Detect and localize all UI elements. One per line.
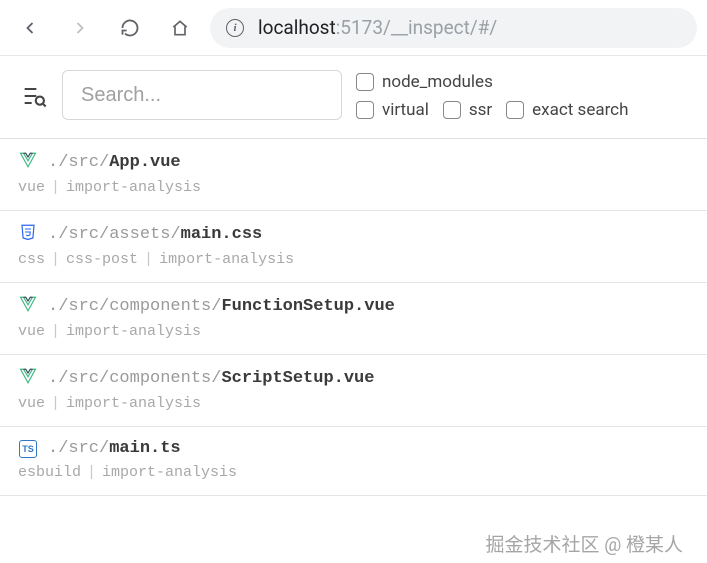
inspect-icon[interactable] bbox=[20, 82, 48, 110]
filter-group: node_modules virtual ssr exact search bbox=[356, 70, 628, 120]
url-text: localhost:5173/__inspect/#/ bbox=[258, 16, 497, 39]
home-button[interactable] bbox=[160, 8, 200, 48]
back-button[interactable] bbox=[10, 8, 50, 48]
file-item-head: TS ./src/main.ts bbox=[18, 439, 689, 458]
plugin-chain: vue|import-analysis bbox=[18, 395, 689, 412]
inspect-toolbar: node_modules virtual ssr exact search bbox=[0, 56, 707, 139]
vue-icon bbox=[19, 295, 37, 317]
file-item[interactable]: ./src/assets/main.css css|css-post|import… bbox=[0, 211, 707, 283]
address-bar[interactable]: i localhost:5173/__inspect/#/ bbox=[210, 8, 697, 48]
file-item[interactable]: ./src/components/ScriptSetup.vue vue|impo… bbox=[0, 355, 707, 427]
file-item[interactable]: ./src/App.vue vue|import-analysis bbox=[0, 139, 707, 211]
search-input[interactable] bbox=[62, 70, 342, 120]
file-item-head: ./src/components/FunctionSetup.vue bbox=[18, 295, 689, 317]
file-type-icon bbox=[18, 295, 38, 317]
file-item-head: ./src/components/ScriptSetup.vue bbox=[18, 367, 689, 389]
checkbox-icon bbox=[356, 101, 374, 119]
file-path: ./src/assets/main.css bbox=[48, 225, 262, 244]
filter-ssr[interactable]: ssr bbox=[443, 100, 492, 120]
ts-icon: TS bbox=[19, 440, 37, 458]
plugin-chain: vue|import-analysis bbox=[18, 179, 689, 196]
browser-toolbar: i localhost:5173/__inspect/#/ bbox=[0, 0, 707, 56]
file-path: ./src/main.ts bbox=[48, 439, 181, 458]
filter-node-modules[interactable]: node_modules bbox=[356, 72, 493, 92]
vue-icon bbox=[19, 151, 37, 173]
checkbox-icon bbox=[506, 101, 524, 119]
file-type-icon bbox=[18, 151, 38, 173]
plugin-chain: esbuild|import-analysis bbox=[18, 464, 689, 481]
watermark: 掘金技术社区 @ 橙某人 bbox=[486, 530, 684, 557]
css-icon bbox=[19, 223, 37, 245]
vue-icon bbox=[19, 367, 37, 389]
filter-exact-search[interactable]: exact search bbox=[506, 100, 628, 120]
file-type-icon: TS bbox=[18, 440, 38, 458]
file-item-head: ./src/App.vue bbox=[18, 151, 689, 173]
checkbox-icon bbox=[443, 101, 461, 119]
checkbox-icon bbox=[356, 73, 374, 91]
filter-virtual[interactable]: virtual bbox=[356, 100, 429, 120]
plugin-chain: vue|import-analysis bbox=[18, 323, 689, 340]
file-item[interactable]: ./src/components/FunctionSetup.vue vue|im… bbox=[0, 283, 707, 355]
file-item[interactable]: TS ./src/main.ts esbuild|import-analysis bbox=[0, 427, 707, 496]
file-path: ./src/components/FunctionSetup.vue bbox=[48, 297, 395, 316]
forward-button[interactable] bbox=[60, 8, 100, 48]
site-info-icon[interactable]: i bbox=[226, 19, 244, 37]
file-path: ./src/App.vue bbox=[48, 153, 181, 172]
file-type-icon bbox=[18, 367, 38, 389]
reload-button[interactable] bbox=[110, 8, 150, 48]
file-path: ./src/components/ScriptSetup.vue bbox=[48, 369, 374, 388]
file-list: ./src/App.vue vue|import-analysis ./src/as… bbox=[0, 139, 707, 496]
file-type-icon bbox=[18, 223, 38, 245]
file-item-head: ./src/assets/main.css bbox=[18, 223, 689, 245]
plugin-chain: css|css-post|import-analysis bbox=[18, 251, 689, 268]
